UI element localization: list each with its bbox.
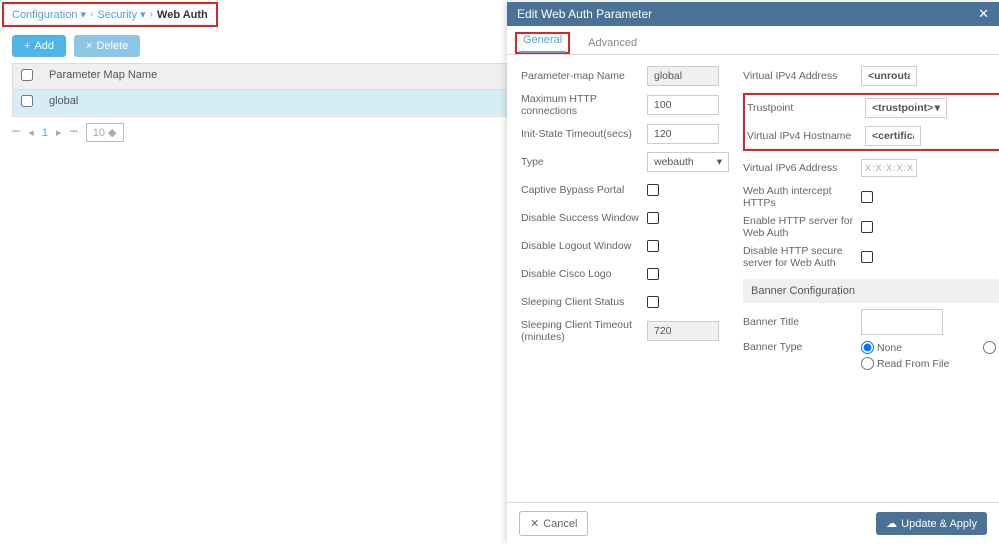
intercept-label: Web Auth intercept HTTPs bbox=[743, 185, 855, 209]
disable-logout-checkbox[interactable] bbox=[647, 240, 659, 252]
trustpoint-value: <trustpoint> bbox=[872, 102, 933, 114]
vipv4-addr-label: Virtual IPv4 Address bbox=[743, 70, 855, 82]
banner-title-label: Banner Title bbox=[743, 316, 855, 328]
type-select[interactable]: webauth ▾ bbox=[647, 152, 729, 172]
banner-type-group: None Banner Text Read From File bbox=[861, 341, 999, 370]
select-all-cell bbox=[13, 64, 41, 89]
add-label: Add bbox=[34, 40, 54, 52]
breadcrumb: Configuration ▾ › Security ▾ › Web Auth bbox=[2, 2, 218, 27]
vipv6-addr-input[interactable]: X:X:X:X:X bbox=[861, 159, 917, 177]
radio-text-input[interactable] bbox=[983, 341, 996, 354]
param-name-input bbox=[647, 66, 719, 86]
plus-icon: + bbox=[24, 40, 30, 52]
tab-general[interactable]: General bbox=[519, 29, 566, 53]
page-size-select[interactable]: 10◆ bbox=[86, 123, 124, 142]
close-icon[interactable]: ✕ bbox=[978, 6, 989, 22]
type-value: webauth bbox=[654, 156, 694, 168]
sleep-timeout-label: Sleeping Client Timeout (minutes) bbox=[521, 319, 641, 343]
banner-type-label: Banner Type bbox=[743, 341, 855, 353]
trustpoint-select[interactable]: <trustpoint>▾ bbox=[865, 98, 947, 118]
modal-tabs: General Advanced bbox=[507, 26, 999, 55]
intercept-checkbox[interactable] bbox=[861, 191, 873, 203]
chevron-icon: › bbox=[150, 9, 153, 20]
pager-first-icon[interactable]: ⭰ bbox=[12, 123, 20, 142]
left-column: Parameter-map Name Maximum HTTP connecti… bbox=[521, 65, 729, 492]
vipv6-addr-label: Virtual IPv6 Address bbox=[743, 162, 855, 174]
enable-http-label: Enable HTTP server for Web Auth bbox=[743, 215, 855, 239]
param-name-label: Parameter-map Name bbox=[521, 70, 641, 82]
modal-footer: ✕ Cancel ☁ Update & Apply bbox=[507, 502, 999, 544]
breadcrumb-configuration[interactable]: Configuration ▾ bbox=[12, 8, 86, 21]
radio-file-input[interactable] bbox=[861, 357, 874, 370]
sleep-timeout-input bbox=[647, 321, 719, 341]
vipv4-host-input[interactable] bbox=[865, 126, 921, 146]
vipv4-host-label: Virtual IPv4 Hostname bbox=[747, 130, 859, 142]
init-timeout-label: Init-State Timeout(secs) bbox=[521, 128, 641, 140]
cancel-button[interactable]: ✕ Cancel bbox=[519, 511, 588, 536]
x-icon: ✕ bbox=[530, 517, 539, 530]
x-icon: × bbox=[86, 40, 92, 52]
delete-label: Delete bbox=[96, 40, 128, 52]
chevron-down-icon: ▾ bbox=[935, 102, 940, 114]
stepper-icon: ◆ bbox=[108, 126, 116, 139]
type-label: Type bbox=[521, 156, 641, 168]
disable-cisco-label: Disable Cisco Logo bbox=[521, 268, 641, 280]
disable-cisco-checkbox[interactable] bbox=[647, 268, 659, 280]
banner-section-header: Banner Configuration bbox=[743, 279, 999, 303]
pager-next-icon[interactable]: ▸ bbox=[56, 126, 62, 139]
sleep-status-checkbox[interactable] bbox=[647, 296, 659, 308]
breadcrumb-current: Web Auth bbox=[157, 9, 208, 21]
disable-secure-checkbox[interactable] bbox=[861, 251, 873, 263]
page-size-value: 10 bbox=[93, 127, 105, 139]
radio-file[interactable]: Read From File bbox=[861, 357, 973, 370]
disable-success-checkbox[interactable] bbox=[647, 212, 659, 224]
radio-none[interactable]: None bbox=[861, 341, 973, 354]
vipv4-addr-input[interactable] bbox=[861, 66, 917, 86]
trustpoint-highlight: Trustpoint <trustpoint>▾ Virtual IPv4 Hos… bbox=[743, 93, 999, 151]
modal-body: Parameter-map Name Maximum HTTP connecti… bbox=[507, 55, 999, 502]
sleep-status-label: Sleeping Client Status bbox=[521, 296, 641, 308]
chevron-icon: › bbox=[90, 9, 93, 20]
disable-secure-label: Disable HTTP secure server for Web Auth bbox=[743, 245, 855, 269]
delete-button[interactable]: × Delete bbox=[74, 35, 140, 57]
enable-http-checkbox[interactable] bbox=[861, 221, 873, 233]
tab-advanced[interactable]: Advanced bbox=[584, 32, 641, 54]
row-checkbox[interactable] bbox=[21, 95, 33, 107]
max-http-input[interactable] bbox=[647, 95, 719, 115]
breadcrumb-security[interactable]: Security ▾ bbox=[97, 8, 145, 21]
max-http-label: Maximum HTTP connections bbox=[521, 93, 641, 117]
select-all-checkbox[interactable] bbox=[21, 69, 33, 81]
banner-title-input[interactable] bbox=[861, 309, 943, 335]
pager-prev-icon[interactable]: ◂ bbox=[28, 126, 34, 139]
apply-button[interactable]: ☁ Update & Apply bbox=[876, 512, 987, 535]
cloud-up-icon: ☁ bbox=[886, 517, 897, 530]
edit-modal: Edit Web Auth Parameter ✕ General Advanc… bbox=[507, 2, 999, 544]
apply-label: Update & Apply bbox=[901, 518, 977, 530]
init-timeout-input[interactable] bbox=[647, 124, 719, 144]
captive-checkbox[interactable] bbox=[647, 184, 659, 196]
disable-logout-label: Disable Logout Window bbox=[521, 240, 641, 252]
modal-title: Edit Web Auth Parameter bbox=[517, 7, 652, 21]
trustpoint-label: Trustpoint bbox=[747, 102, 859, 114]
pager-page[interactable]: 1 bbox=[42, 127, 48, 139]
add-button[interactable]: + Add bbox=[12, 35, 66, 57]
modal-header: Edit Web Auth Parameter ✕ bbox=[507, 2, 999, 26]
radio-none-input[interactable] bbox=[861, 341, 874, 354]
disable-success-label: Disable Success Window bbox=[521, 212, 641, 224]
captive-label: Captive Bypass Portal bbox=[521, 184, 641, 196]
row-name: global bbox=[41, 90, 86, 115]
radio-text[interactable]: Banner Text bbox=[983, 341, 999, 354]
pager-last-icon[interactable]: ⭲ bbox=[69, 123, 77, 142]
cancel-label: Cancel bbox=[543, 518, 577, 530]
chevron-down-icon: ▾ bbox=[717, 156, 722, 168]
col-param-name[interactable]: Parameter Map Name bbox=[41, 64, 165, 89]
right-column: Virtual IPv4 Address Trustpoint <trustpoi… bbox=[743, 65, 999, 492]
